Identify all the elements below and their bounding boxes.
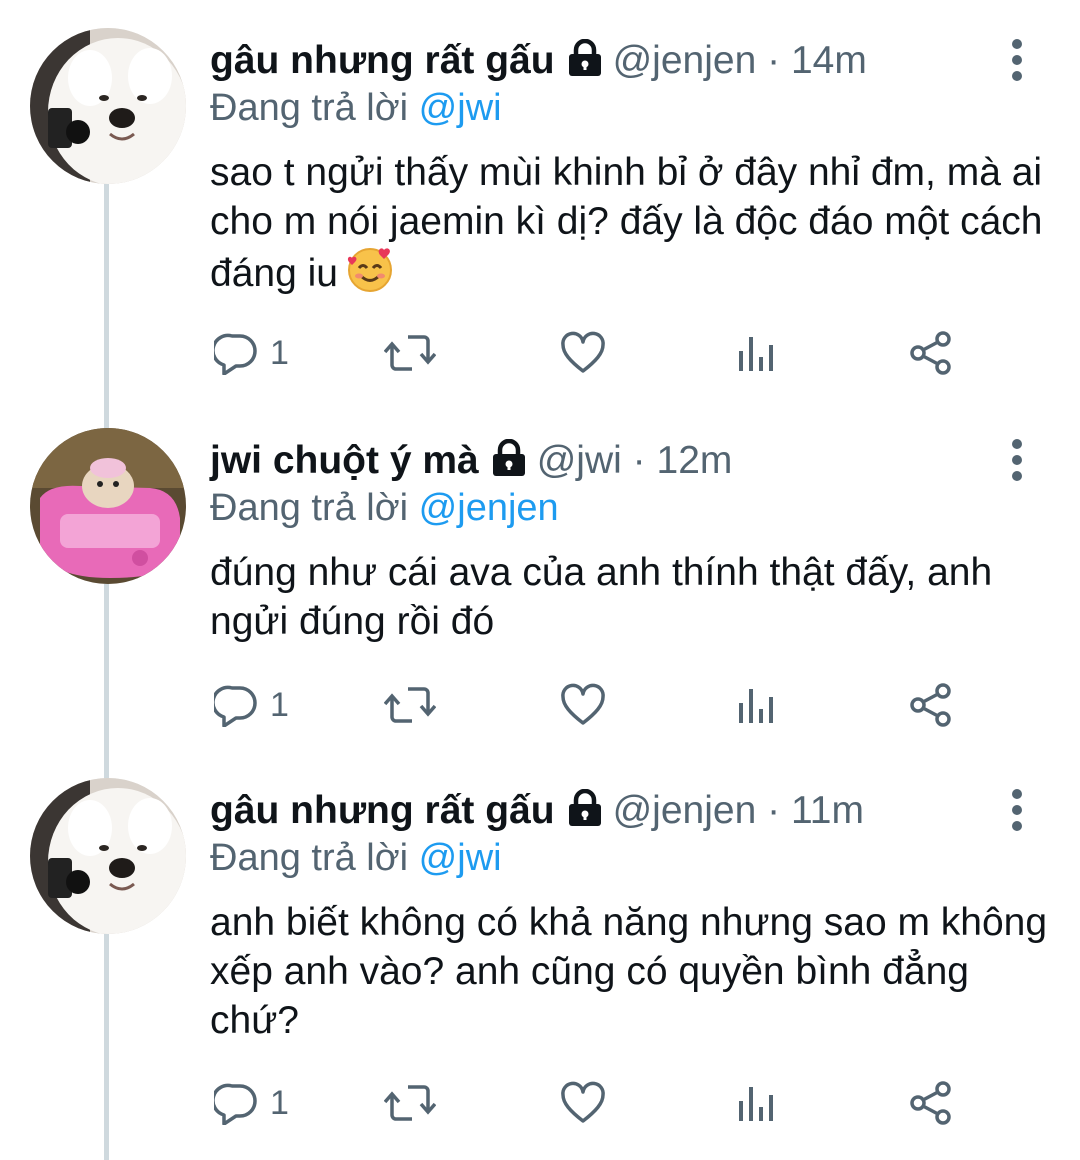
avatar[interactable]: [30, 428, 186, 584]
separator-dot: ·: [632, 439, 646, 482]
reply-button[interactable]: 1: [214, 1078, 289, 1128]
replying-to: Đang trả lời @jwi: [210, 84, 502, 132]
separator-dot: ·: [767, 789, 781, 832]
lock-icon: [489, 438, 529, 490]
handle[interactable]: @jwi: [537, 439, 622, 482]
share-icon: [908, 682, 954, 728]
replying-to: Đang trả lời @jenjen: [210, 484, 559, 532]
tweet[interactable]: gâu nhưng rất gấu @jenjen · 14m Đang trả …: [0, 0, 1080, 400]
tweet-actions: 1: [210, 1078, 970, 1128]
timestamp[interactable]: 11m: [791, 789, 864, 832]
retweet-icon: [384, 331, 436, 375]
analytics-button[interactable]: [736, 680, 778, 730]
analytics-icon: [736, 331, 778, 375]
retweet-button[interactable]: [384, 1078, 436, 1128]
replying-to: Đang trả lời @jwi: [210, 834, 502, 882]
like-button[interactable]: [560, 1078, 606, 1128]
retweet-icon: [384, 1081, 436, 1125]
reply-count: 1: [270, 1083, 289, 1122]
tweet-actions: 1: [210, 680, 970, 730]
lock-icon: [565, 38, 605, 90]
display-name[interactable]: gâu nhưng rất gấu: [210, 39, 555, 82]
mention-link[interactable]: @jwi: [419, 837, 502, 879]
handle[interactable]: @jenjen: [613, 789, 757, 832]
tweet[interactable]: gâu nhưng rất gấu @jenjen · 11m Đang trả …: [0, 750, 1080, 1151]
retweet-button[interactable]: [384, 328, 436, 378]
tweet-header: gâu nhưng rất gấu @jenjen · 14m: [210, 36, 867, 86]
tweet[interactable]: jwi chuột ý mà @jwi · 12m Đang trả lời @j…: [0, 400, 1080, 755]
more-options-icon[interactable]: [1002, 788, 1032, 832]
tweet-text-content: anh biết không có khả năng nhưng sao m k…: [210, 901, 1048, 1042]
share-button[interactable]: [908, 1078, 954, 1128]
like-button[interactable]: [560, 328, 606, 378]
analytics-icon: [736, 683, 778, 727]
tweet-text-content: sao t ngửi thấy mùi khinh bỉ ở đây nhỉ đ…: [210, 151, 1043, 295]
retweet-icon: [384, 683, 436, 727]
handle[interactable]: @jenjen: [613, 39, 757, 82]
reply-icon: [214, 331, 258, 375]
heart-icon: [560, 683, 606, 727]
like-button[interactable]: [560, 680, 606, 730]
separator-dot: ·: [767, 39, 781, 82]
reply-icon: [214, 683, 258, 727]
avatar[interactable]: [30, 778, 186, 934]
reply-count: 1: [270, 333, 289, 372]
more-options-icon[interactable]: [1002, 438, 1032, 482]
tweet-header: jwi chuột ý mà @jwi · 12m: [210, 436, 732, 486]
avatar[interactable]: [30, 28, 186, 184]
lock-icon: [565, 788, 605, 840]
display-name[interactable]: jwi chuột ý mà: [210, 439, 479, 482]
mention-link[interactable]: @jwi: [419, 87, 502, 129]
replying-prefix: Đang trả lời: [210, 837, 409, 879]
tweet-text: anh biết không có khả năng nhưng sao m k…: [210, 898, 1050, 1045]
tweet-text-content: đúng như cái ava của anh thính thật đấy,…: [210, 551, 993, 643]
analytics-button[interactable]: [736, 328, 778, 378]
heart-icon: [560, 331, 606, 375]
retweet-button[interactable]: [384, 680, 436, 730]
replying-prefix: Đang trả lời: [210, 487, 409, 529]
tweet-text: đúng như cái ava của anh thính thật đấy,…: [210, 548, 1050, 646]
replying-prefix: Đang trả lời: [210, 87, 409, 129]
share-icon: [908, 330, 954, 376]
mention-link[interactable]: @jenjen: [419, 487, 559, 529]
tweet-text: sao t ngửi thấy mùi khinh bỉ ở đây nhỉ đ…: [210, 148, 1050, 306]
analytics-icon: [736, 1081, 778, 1125]
reply-button[interactable]: 1: [214, 328, 289, 378]
analytics-button[interactable]: [736, 1078, 778, 1128]
reply-button[interactable]: 1: [214, 680, 289, 730]
reply-icon: [214, 1081, 258, 1125]
heart-icon: [560, 1081, 606, 1125]
share-button[interactable]: [908, 680, 954, 730]
reply-count: 1: [270, 685, 289, 724]
timestamp[interactable]: 12m: [657, 439, 733, 482]
timestamp[interactable]: 14m: [791, 39, 867, 82]
smiling-face-with-hearts-icon: [346, 246, 394, 306]
tweet-header: gâu nhưng rất gấu @jenjen · 11m: [210, 786, 864, 836]
share-button[interactable]: [908, 328, 954, 378]
tweet-actions: 1: [210, 328, 970, 378]
display-name[interactable]: gâu nhưng rất gấu: [210, 789, 555, 832]
share-icon: [908, 1080, 954, 1126]
more-options-icon[interactable]: [1002, 38, 1032, 82]
